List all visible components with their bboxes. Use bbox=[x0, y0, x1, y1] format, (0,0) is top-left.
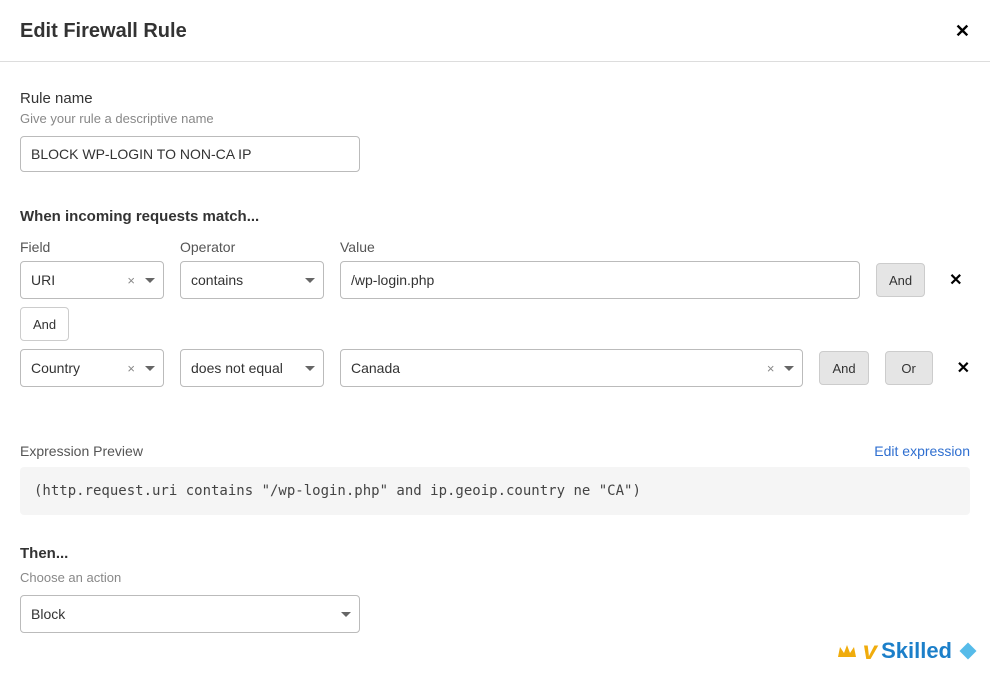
operator-select-value: does not equal bbox=[191, 360, 301, 376]
operator-header: Operator bbox=[180, 239, 324, 255]
rule-name-label: Rule name bbox=[20, 90, 970, 107]
chevron-down-icon bbox=[145, 278, 155, 283]
operator-select-value: contains bbox=[191, 272, 301, 288]
value-input[interactable] bbox=[340, 261, 860, 299]
expression-preview-label: Expression Preview bbox=[20, 443, 143, 459]
connector-and-button[interactable]: And bbox=[20, 307, 69, 341]
value-header: Value bbox=[340, 239, 970, 255]
action-select-value: Block bbox=[31, 606, 337, 622]
match-title: When incoming requests match... bbox=[20, 208, 970, 225]
and-button[interactable]: And bbox=[819, 351, 868, 385]
action-hint: Choose an action bbox=[20, 570, 970, 585]
chevron-down-icon bbox=[305, 278, 315, 283]
field-select[interactable]: Country × bbox=[20, 349, 164, 387]
operator-select[interactable]: contains bbox=[180, 261, 324, 299]
remove-row-icon[interactable]: ✕ bbox=[949, 270, 962, 290]
action-select[interactable]: Block bbox=[20, 595, 360, 633]
clear-icon[interactable]: × bbox=[767, 361, 775, 376]
chevron-down-icon bbox=[145, 366, 155, 371]
rule-name-hint: Give your rule a descriptive name bbox=[20, 111, 970, 126]
page-title: Edit Firewall Rule bbox=[20, 20, 187, 43]
rule-name-input[interactable] bbox=[20, 136, 360, 172]
expression-preview-box: (http.request.uri contains "/wp-login.ph… bbox=[20, 467, 970, 515]
chevron-down-icon bbox=[305, 366, 315, 371]
rule-row: Country × does not equal Canada × And Or… bbox=[20, 349, 970, 387]
field-select-value: Country bbox=[31, 360, 127, 376]
chevron-down-icon bbox=[341, 612, 351, 617]
edit-expression-link[interactable]: Edit expression bbox=[874, 443, 970, 459]
field-select-value: URI bbox=[31, 272, 127, 288]
clear-icon[interactable]: × bbox=[127, 273, 135, 288]
value-select-value: Canada bbox=[351, 360, 767, 376]
chevron-down-icon bbox=[784, 366, 794, 371]
rule-row: URI × contains And ✕ bbox=[20, 261, 970, 299]
close-icon[interactable]: ✕ bbox=[955, 21, 970, 42]
or-button[interactable]: Or bbox=[885, 351, 933, 385]
and-button[interactable]: And bbox=[876, 263, 925, 297]
then-title: Then... bbox=[20, 545, 970, 562]
value-select[interactable]: Canada × bbox=[340, 349, 803, 387]
field-select[interactable]: URI × bbox=[20, 261, 164, 299]
clear-icon[interactable]: × bbox=[127, 361, 135, 376]
operator-select[interactable]: does not equal bbox=[180, 349, 324, 387]
remove-row-icon[interactable]: ✕ bbox=[957, 358, 970, 378]
field-header: Field bbox=[20, 239, 164, 255]
